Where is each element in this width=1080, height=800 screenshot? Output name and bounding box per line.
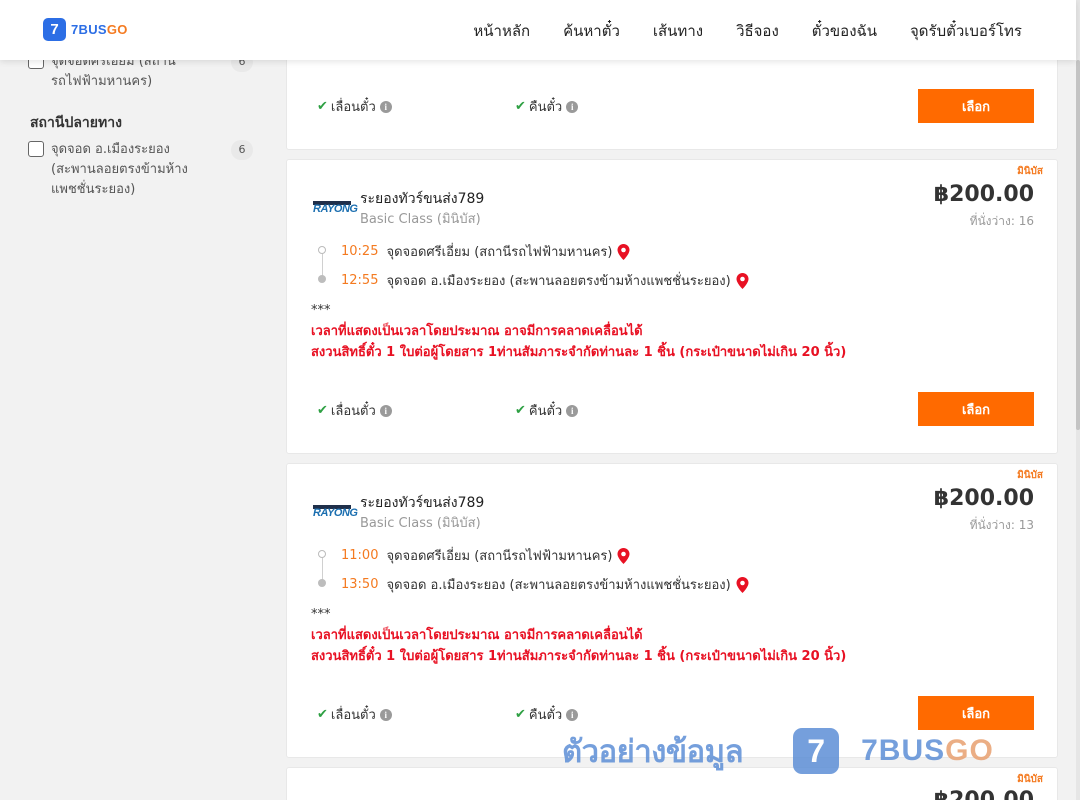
arrival-time: 13:50 bbox=[341, 577, 379, 592]
note-luggage-policy: สงวนสิทธิ์ตั๋ว 1 ใบต่อผู้โดยสาร 1ท่านสัม… bbox=[311, 345, 847, 360]
logo-badge-icon: 7 bbox=[43, 18, 66, 41]
nav-pickup-points[interactable]: จุดรับตั๋วเบอร์โทร bbox=[910, 19, 1022, 43]
destination-heading: สถานีปลายทาง bbox=[30, 115, 122, 131]
feature-change-label: เลื่อนตั๋ว bbox=[330, 100, 376, 115]
departure-stop-name: จุดจอดศรีเอี่ยม (สถานีรถไฟฟ้ามหานคร) bbox=[386, 245, 613, 260]
nav-routes[interactable]: เส้นทาง bbox=[653, 19, 703, 43]
arrival-dot-icon bbox=[318, 275, 326, 283]
note-time-warning: เวลาที่แสดงเป็นเวลาโดยประมาณ อาจมีการคลา… bbox=[311, 628, 643, 643]
operator-name: ระยองทัวร์ขนส่ง789 bbox=[360, 191, 485, 207]
operator-name: ระยองทัวร์ขนส่ง789 bbox=[360, 495, 485, 511]
trip-card-next: มินิบัส ฿200.00 bbox=[286, 767, 1058, 800]
nav-how-to-book[interactable]: วิธีจอง bbox=[736, 19, 779, 43]
feature-refund-ticket: ✔ คืนตั๋ว i bbox=[515, 400, 579, 421]
note-time-warning: เวลาที่แสดงเป็นเวลาโดยประมาณ อาจมีการคลา… bbox=[311, 324, 643, 339]
scrollbar-thumb[interactable] bbox=[1076, 60, 1080, 430]
trip-notes: *** เวลาที่แสดงเป็นเวลาโดยประมาณ อาจมีกา… bbox=[311, 300, 846, 363]
top-header: 7 7BUSGO หน้าหลัก ค้นหาตั๋ว เส้นทาง วิธี… bbox=[0, 0, 1076, 60]
feature-change-label: เลื่อนตั๋ว bbox=[330, 708, 376, 723]
arrival-time: 12:55 bbox=[341, 273, 379, 288]
vehicle-type-tag: มินิบัส bbox=[1017, 166, 1043, 177]
service-class: Basic Class (มินิบัส) bbox=[360, 212, 481, 227]
map-pin-icon[interactable] bbox=[617, 547, 630, 564]
note-stars: *** bbox=[311, 303, 331, 318]
trip-card: มินิบัส RAYONG ระยองทัวร์ขนส่ง789 Basic … bbox=[286, 463, 1058, 758]
check-icon: ✔ bbox=[515, 707, 526, 722]
vehicle-type-tag: มินิบัส bbox=[1017, 470, 1043, 481]
check-icon: ✔ bbox=[317, 99, 328, 114]
info-icon[interactable]: i bbox=[566, 708, 579, 721]
arrival-stop-name: จุดจอด อ.เมืองระยอง (สะพานลอยตรงข้ามห้าง… bbox=[386, 274, 731, 289]
note-luggage-policy: สงวนสิทธิ์ตั๋ว 1 ใบต่อผู้โดยสาร 1ท่านสัม… bbox=[311, 649, 847, 664]
check-icon: ✔ bbox=[317, 707, 328, 722]
page-scrollbar[interactable] bbox=[1076, 0, 1080, 800]
destination-filter-item[interactable]: จุดจอด อ.เมืองระยอง (สะพานลอยตรงข้ามห้าง… bbox=[28, 140, 258, 200]
logo-text: 7BUSGO bbox=[71, 22, 128, 37]
feature-change-ticket: ✔ เลื่อนตั๋ว i bbox=[317, 400, 392, 421]
trip-price: ฿200.00 bbox=[933, 182, 1034, 207]
map-pin-icon[interactable] bbox=[617, 243, 630, 260]
departure-time: 10:25 bbox=[341, 244, 379, 259]
departure-dot-icon bbox=[318, 246, 326, 254]
nav-home[interactable]: หน้าหลัก bbox=[473, 19, 530, 43]
check-icon: ✔ bbox=[515, 99, 526, 114]
seats-available: ที่นั่งว่าง: 16 bbox=[969, 214, 1034, 228]
operator-logo-text: RAYONG bbox=[313, 203, 358, 215]
info-icon[interactable]: i bbox=[379, 100, 392, 113]
map-pin-icon[interactable] bbox=[736, 576, 749, 593]
vehicle-type-tag: มินิบัส bbox=[1017, 774, 1043, 785]
nav-my-tickets[interactable]: ตั๋วของฉัน bbox=[812, 19, 877, 43]
select-trip-button[interactable]: เลือก bbox=[918, 392, 1034, 426]
arrival-stop-name: จุดจอด อ.เมืองระยอง (สะพานลอยตรงข้ามห้าง… bbox=[386, 578, 731, 593]
trip-card: มินิบัส RAYONG ระยองทัวร์ขนส่ง789 Basic … bbox=[286, 159, 1058, 454]
nav-search-ticket[interactable]: ค้นหาตั๋ว bbox=[563, 19, 620, 43]
operator-logo: RAYONG bbox=[313, 505, 358, 519]
info-icon[interactable]: i bbox=[379, 708, 392, 721]
main-nav: หน้าหลัก ค้นหาตั๋ว เส้นทาง วิธีจอง ตั๋วข… bbox=[440, 19, 1022, 43]
trip-price: ฿200.00 bbox=[933, 486, 1034, 511]
feature-refund-label: คืนตั๋ว bbox=[528, 708, 563, 723]
arrival-stop: 13:50 จุดจอด อ.เมืองระยอง (สะพานลอยตรงข้… bbox=[341, 574, 749, 595]
departure-time: 11:00 bbox=[341, 548, 379, 563]
info-icon[interactable]: i bbox=[379, 404, 392, 417]
operator-logo: RAYONG bbox=[313, 201, 358, 215]
destination-filter-count: 6 bbox=[231, 140, 253, 160]
logo-text-part2: GO bbox=[106, 22, 128, 37]
destination-filter-checkbox[interactable] bbox=[28, 141, 44, 157]
logo-text-part1: 7BUS bbox=[71, 22, 107, 37]
check-icon: ✔ bbox=[515, 403, 526, 418]
departure-dot-icon bbox=[318, 550, 326, 558]
info-icon[interactable]: i bbox=[566, 404, 579, 417]
feature-refund-label: คืนตั๋ว bbox=[528, 100, 563, 115]
info-icon[interactable]: i bbox=[566, 100, 579, 113]
departure-stop: 11:00 จุดจอดศรีเอี่ยม (สถานีรถไฟฟ้ามหานค… bbox=[341, 545, 630, 566]
feature-change-ticket: ✔ เลื่อนตั๋ว i bbox=[317, 704, 392, 725]
feature-refund-ticket: ✔ คืนตั๋ว i bbox=[515, 704, 579, 725]
departure-stop: 10:25 จุดจอดศรีเอี่ยม (สถานีรถไฟฟ้ามหานค… bbox=[341, 241, 630, 262]
select-trip-button[interactable]: เลือก bbox=[918, 696, 1034, 730]
departure-stop-name: จุดจอดศรีเอี่ยม (สถานีรถไฟฟ้ามหานคร) bbox=[386, 549, 613, 564]
feature-refund-label: คืนตั๋ว bbox=[528, 404, 563, 419]
feature-refund-ticket: ✔ คืนตั๋ว i bbox=[515, 96, 579, 117]
map-pin-icon[interactable] bbox=[736, 272, 749, 289]
arrival-stop: 12:55 จุดจอด อ.เมืองระยอง (สะพานลอยตรงข้… bbox=[341, 270, 749, 291]
service-class: Basic Class (มินิบัส) bbox=[360, 516, 481, 531]
select-trip-button[interactable]: เลือก bbox=[918, 89, 1034, 123]
destination-filter-label: จุดจอด อ.เมืองระยอง (สะพานลอยตรงข้ามห้าง… bbox=[51, 142, 188, 197]
feature-change-ticket: ✔ เลื่อนตั๋ว i bbox=[317, 96, 392, 117]
feature-change-label: เลื่อนตั๋ว bbox=[330, 404, 376, 419]
site-logo[interactable]: 7 7BUSGO bbox=[43, 18, 128, 41]
filter-sidebar: จุดจอดศรีเอี่ยม (สถานีรถไฟฟ้ามหานคร) 6 ส… bbox=[0, 0, 270, 800]
operator-logo-text: RAYONG bbox=[313, 507, 358, 519]
trip-price: ฿200.00 bbox=[934, 788, 1034, 800]
arrival-dot-icon bbox=[318, 579, 326, 587]
seats-available: ที่นั่งว่าง: 13 bbox=[969, 518, 1034, 532]
note-stars: *** bbox=[311, 607, 331, 622]
check-icon: ✔ bbox=[317, 403, 328, 418]
trip-notes: *** เวลาที่แสดงเป็นเวลาโดยประมาณ อาจมีกา… bbox=[311, 604, 846, 667]
